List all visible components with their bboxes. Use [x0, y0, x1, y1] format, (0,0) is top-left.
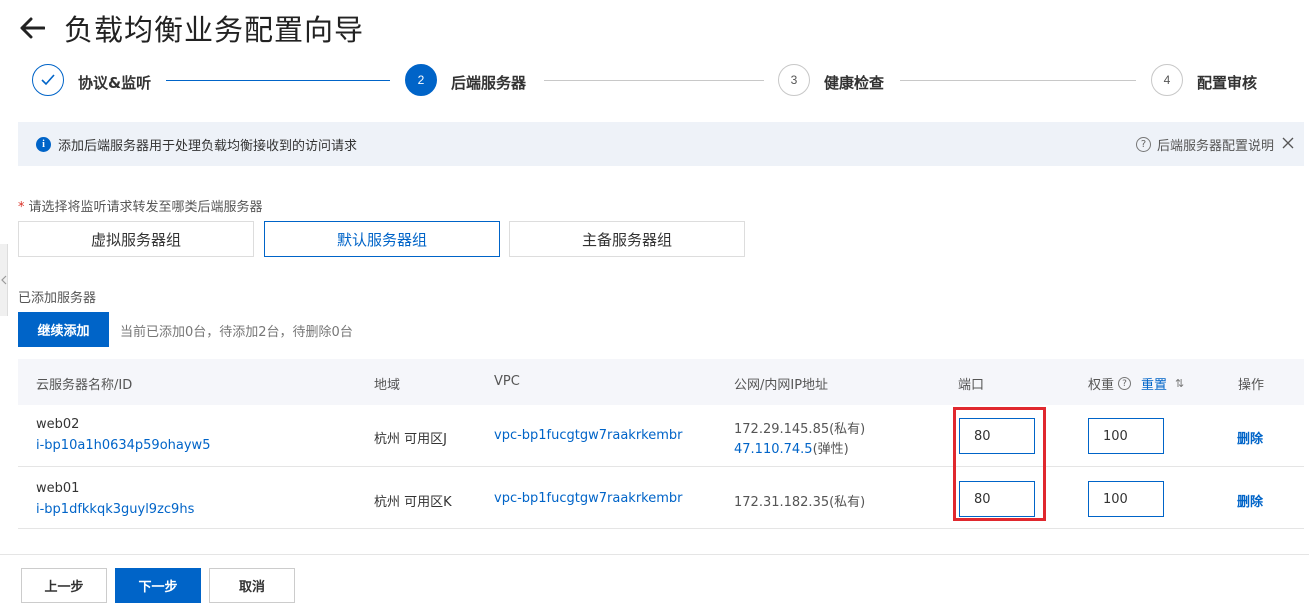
weight-input[interactable]: 100 [1088, 418, 1164, 454]
sort-icon[interactable]: ⇅ [1175, 377, 1184, 390]
prev-step-button[interactable]: 上一步 [21, 568, 107, 603]
server-name: web02 [36, 417, 80, 432]
step-3-label: 健康检查 [824, 74, 885, 92]
delete-button[interactable]: 删除 [1237, 428, 1263, 447]
step-1-label: 协议&监听 [78, 74, 152, 92]
step-1-connector [166, 80, 390, 81]
col-header-region: 地域 [374, 378, 401, 393]
notice-text: 添加后端服务器用于处理负载均衡接收到的访问请求 [58, 138, 358, 154]
step-4-number: 4 [1151, 64, 1183, 96]
option-virtual-server-group[interactable]: 虚拟服务器组 [18, 221, 254, 257]
server-id-link[interactable]: i-bp1dfkkqk3guyl9zc9hs [36, 502, 194, 517]
ip-public: 47.110.74.5(弹性) [734, 438, 849, 457]
step-3-number: 3 [778, 64, 810, 96]
server-table: 云服务器名称/ID 地域 VPC 公网/内网IP地址 端口 权重 ? 重置 ⇅ … [18, 359, 1304, 529]
next-step-button[interactable]: 下一步 [115, 568, 201, 603]
weight-input[interactable]: 100 [1088, 481, 1164, 517]
server-type-label: * 请选择将监听请求转发至哪类后端服务器 [18, 196, 263, 215]
side-collapse-handle[interactable] [0, 244, 8, 316]
added-servers-label: 已添加服务器 [18, 291, 97, 306]
help-link-label: 后端服务器配置说明 [1156, 139, 1274, 154]
step-2-connector [544, 80, 764, 81]
back-arrow-icon[interactable] [18, 14, 46, 42]
col-header-weight-label: 权重 [1088, 378, 1115, 393]
col-header-port: 端口 [958, 378, 985, 393]
page-header: 负载均衡业务配置向导 [18, 8, 364, 48]
col-header-action: 操作 [1238, 378, 1265, 393]
port-highlight-box [953, 407, 1046, 521]
weight-help-icon[interactable]: ? [1118, 377, 1132, 390]
delete-button[interactable]: 删除 [1237, 491, 1263, 510]
footer-bar: 上一步 下一步 取消 [0, 554, 1309, 609]
cancel-button[interactable]: 取消 [209, 568, 295, 603]
server-region: 杭州 可用区K [374, 495, 452, 510]
ip-public-suffix: (弹性) [812, 442, 849, 457]
required-asterisk: * [18, 200, 25, 215]
server-type-label-text: 请选择将监听请求转发至哪类后端服务器 [28, 200, 263, 215]
col-header-ip: 公网/内网IP地址 [734, 378, 829, 393]
close-icon[interactable] [1282, 134, 1294, 153]
step-4-label: 配置审核 [1197, 74, 1258, 92]
chevron-left-icon [0, 275, 6, 285]
question-circle-icon: ? [1135, 137, 1151, 152]
page-title: 负载均衡业务配置向导 [64, 13, 365, 47]
col-header-vpc: VPC [494, 374, 520, 389]
step-3-connector [900, 80, 1136, 81]
table-header: 云服务器名称/ID 地域 VPC 公网/内网IP地址 端口 权重 ? 重置 ⇅ … [18, 359, 1304, 405]
table-row: web02 i-bp10a1h0634p59ohayw5 杭州 可用区J vpc… [18, 405, 1304, 467]
help-link[interactable]: ? 后端服务器配置说明 [1135, 135, 1274, 154]
step-2-number: 2 [405, 64, 437, 96]
ip-public-link[interactable]: 47.110.74.5 [734, 442, 813, 457]
option-default-server-group[interactable]: 默认服务器组 [264, 221, 500, 257]
weight-reset-link[interactable]: 重置 [1141, 374, 1167, 393]
step-1-check-icon [32, 64, 64, 96]
add-status-text: 当前已添加0台，待添加2台，待删除0台 [120, 325, 353, 340]
col-header-weight: 权重 ? 重置 ⇅ [1088, 374, 1184, 393]
ip-private: 172.29.145.85(私有) [734, 422, 866, 437]
notice-bar: i 添加后端服务器用于处理负载均衡接收到的访问请求 ? 后端服务器配置说明 [18, 122, 1304, 166]
wizard-steps: 协议&监听 2 后端服务器 3 健康检查 4 配置审核 [32, 64, 1282, 98]
col-header-name: 云服务器名称/ID [36, 378, 133, 393]
option-primary-backup-server-group[interactable]: 主备服务器组 [509, 221, 745, 257]
server-id-link[interactable]: i-bp10a1h0634p59ohayw5 [36, 438, 210, 453]
vpc-link[interactable]: vpc-bp1fucgtgw7raakrkembr [494, 428, 683, 443]
step-2-label: 后端服务器 [451, 74, 527, 92]
ip-private: 172.31.182.35(私有) [734, 495, 866, 510]
table-row: web01 i-bp1dfkkqk3guyl9zc9hs 杭州 可用区K vpc… [18, 467, 1304, 529]
vpc-link[interactable]: vpc-bp1fucgtgw7raakrkembr [494, 491, 683, 506]
info-icon: i [36, 136, 51, 152]
server-region: 杭州 可用区J [374, 432, 447, 447]
server-name: web01 [36, 481, 80, 496]
continue-add-button[interactable]: 继续添加 [18, 312, 109, 347]
